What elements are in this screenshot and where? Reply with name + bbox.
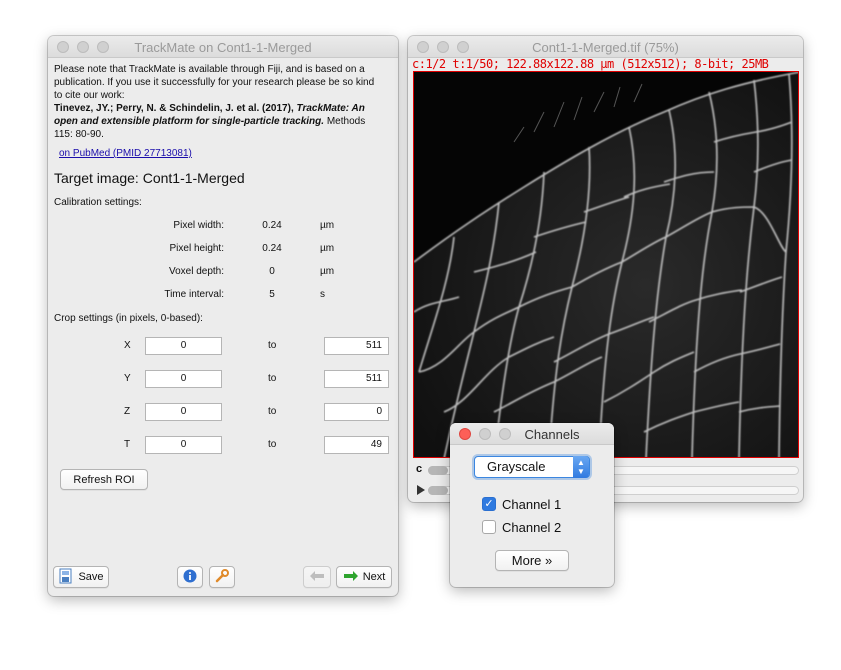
refresh-roi-label: Refresh ROI	[73, 473, 135, 486]
calibration-label: Calibration settings:	[54, 197, 142, 208]
calibration-value: 0.24	[262, 220, 282, 231]
crop-x-from-input[interactable]: 0	[145, 337, 222, 355]
calibration-label-text: Pixel height:	[169, 243, 224, 254]
crop-to-label: to	[268, 373, 277, 384]
calibration-label-text: Time interval:	[164, 289, 224, 300]
save-icon	[58, 568, 74, 587]
arrow-right-icon	[343, 570, 359, 585]
citation-line-2: open and extensible platform for single-…	[54, 115, 392, 128]
next-label: Next	[362, 571, 386, 583]
microscopy-image	[414, 72, 798, 457]
channel-1-checkbox-row[interactable]: ✓ Channel 1	[482, 496, 561, 512]
crop-row-z: Z 0 to 0	[48, 403, 398, 421]
channels-titlebar[interactable]: Channels	[450, 423, 614, 445]
calibration-value: 0	[269, 266, 275, 277]
citation-line-1: Tinevez, JY.; Perry, N. & Schindelin, J.…	[54, 102, 392, 115]
calibration-label-text: Pixel width:	[173, 220, 224, 231]
crop-x-to-input[interactable]: 511	[324, 337, 389, 355]
calibration-unit: s	[320, 289, 325, 300]
pubmed-link[interactable]: on PubMed (PMID 27713081)	[59, 148, 192, 159]
trackmate-window: TrackMate on Cont1-1-Merged Please note …	[48, 36, 398, 596]
notice-line-1: Please note that TrackMate is available …	[54, 64, 365, 75]
crop-to-label: to	[268, 340, 277, 351]
crop-to-label: to	[268, 439, 277, 450]
crop-row-x: X 0 to 511	[48, 337, 398, 355]
window-title: Channels	[524, 427, 580, 442]
window-title: TrackMate on Cont1-1-Merged	[134, 40, 312, 55]
previous-button[interactable]	[303, 566, 331, 588]
channel-slider-letter: c	[416, 463, 423, 475]
display-mode-select[interactable]: Grayscale ▲ ▼	[474, 456, 590, 478]
save-label: Save	[78, 571, 104, 583]
info-icon	[183, 569, 197, 586]
channel-2-checkbox[interactable]	[482, 520, 496, 534]
refresh-roi-button[interactable]: Refresh ROI	[60, 469, 148, 490]
display-mode-value: Grayscale	[487, 459, 546, 474]
window-title: Cont1-1-Merged.tif (75%)	[532, 40, 679, 55]
notice-line-3: to cite our work:	[54, 90, 125, 101]
crop-z-from-input[interactable]: 0	[145, 403, 222, 421]
chevron-updown-icon: ▲ ▼	[573, 456, 589, 478]
channel-1-label: Channel 1	[502, 496, 562, 512]
crop-axis-label: Y	[124, 373, 131, 384]
crop-axis-label: Z	[124, 406, 131, 417]
play-icon[interactable]	[417, 485, 425, 498]
citation-title-rest: open and extensible platform for single-…	[54, 116, 325, 127]
channel-1-checkbox[interactable]: ✓	[482, 497, 496, 511]
more-button[interactable]: More »	[495, 550, 569, 571]
more-label: More »	[511, 553, 553, 568]
image-info-bar: c:1/2 t:1/50; 122.88x122.88 µm (512x512)…	[412, 57, 769, 71]
calibration-label-text: Voxel depth:	[168, 266, 224, 277]
channel-2-label: Channel 2	[502, 519, 562, 535]
channel-2-checkbox-row[interactable]: Channel 2	[482, 519, 561, 535]
trackmate-titlebar[interactable]: TrackMate on Cont1-1-Merged	[48, 36, 398, 58]
settings-button[interactable]	[209, 566, 235, 588]
citation-title-start: TrackMate: An	[296, 103, 365, 114]
time-slider-thumb[interactable]	[428, 486, 448, 495]
crop-axis-label: T	[124, 439, 131, 450]
channels-window: Channels Grayscale ▲ ▼ ✓ Channel 1 Channe…	[450, 423, 614, 587]
citation-authors: Tinevez, JY.; Perry, N. & Schindelin, J.…	[54, 103, 294, 114]
image-titlebar[interactable]: Cont1-1-Merged.tif (75%)	[408, 36, 803, 58]
crop-row-y: Y 0 to 511	[48, 370, 398, 388]
next-button[interactable]: Next	[336, 566, 392, 588]
citation-journal-start: Methods	[324, 116, 366, 127]
crop-t-from-input[interactable]: 0	[145, 436, 222, 454]
save-button[interactable]: Save	[53, 566, 109, 588]
calibration-value: 5	[269, 289, 275, 300]
crop-settings-label: Crop settings (in pixels, 0-based):	[54, 313, 203, 324]
notice-line-2: publication. If you use it successfully …	[54, 77, 375, 88]
calibration-unit: µm	[320, 266, 335, 277]
about-button[interactable]	[177, 566, 203, 588]
crop-t-to-input[interactable]: 49	[324, 436, 389, 454]
citation-line-3: 115: 80-90.	[54, 129, 104, 140]
crop-z-to-input[interactable]: 0	[324, 403, 389, 421]
crop-row-t: T 0 to 49	[48, 436, 398, 454]
crop-to-label: to	[268, 406, 277, 417]
image-canvas[interactable]	[413, 71, 799, 458]
crop-axis-label: X	[124, 340, 131, 351]
crop-y-to-input[interactable]: 511	[324, 370, 389, 388]
calibration-unit: µm	[320, 220, 335, 231]
crop-y-from-input[interactable]: 0	[145, 370, 222, 388]
calibration-value: 0.24	[262, 243, 282, 254]
calibration-unit: µm	[320, 243, 335, 254]
channel-slider-thumb[interactable]	[428, 466, 448, 475]
wrench-icon	[215, 568, 229, 586]
target-image-heading: Target image: Cont1-1-Merged	[54, 170, 245, 186]
citation-notice: Please note that TrackMate is available …	[54, 63, 392, 141]
arrow-left-icon	[309, 570, 325, 585]
